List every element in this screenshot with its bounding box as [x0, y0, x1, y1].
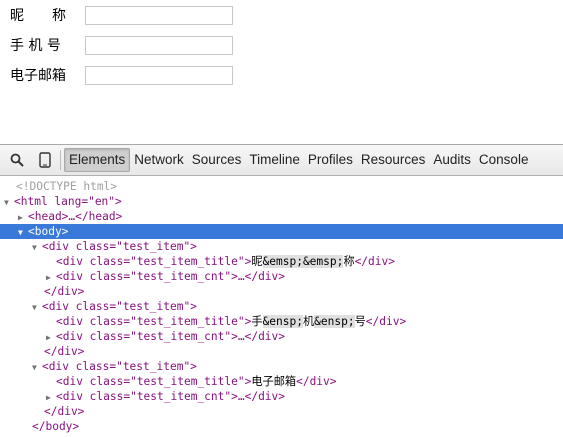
- form-row-phone: 手 机 号: [10, 35, 233, 55]
- devtools-toolbar: Elements Network Sources Timeline Profil…: [0, 145, 563, 176]
- tree-line-div-close[interactable]: </div>: [0, 284, 563, 299]
- collapsed-triangle-icon[interactable]: ▶: [46, 270, 56, 285]
- devtools-panel: Elements Network Sources Timeline Profil…: [0, 144, 563, 437]
- cnt-tag: <div class="test_item_cnt">…</div>: [56, 270, 286, 283]
- div-close-tag: </div>: [44, 405, 85, 418]
- collapsed-triangle-icon[interactable]: ▶: [46, 330, 56, 345]
- body-close-tag: </body>: [32, 420, 80, 433]
- title-open-tag: <div class="test_item_title">: [56, 315, 252, 328]
- tree-line-div-close[interactable]: </div>: [0, 404, 563, 419]
- cnt-tag: <div class="test_item_cnt">…</div>: [56, 390, 286, 403]
- tree-line-doctype[interactable]: <!DOCTYPE html>: [0, 179, 563, 194]
- tree-line-html[interactable]: ▼ <html lang="en">: [0, 194, 563, 209]
- collapsed-triangle-icon[interactable]: ▶: [18, 210, 28, 225]
- form-row-email: 电子邮箱: [10, 65, 233, 85]
- html-tag: <html lang="en">: [14, 195, 122, 208]
- title-text: 机: [302, 315, 315, 328]
- tree-line-div-item[interactable]: ▼ <div class="test_item">: [0, 359, 563, 374]
- form-row-nickname: 昵 称: [10, 5, 233, 25]
- tab-elements[interactable]: Elements: [64, 148, 131, 172]
- div-tag: <div class="test_item">: [42, 300, 197, 313]
- title-text: 手: [251, 315, 263, 328]
- tab-console[interactable]: Console: [475, 149, 533, 171]
- body-tag: <body>: [28, 225, 69, 238]
- tree-line-body-selected[interactable]: ▼ <body>: [0, 224, 563, 239]
- tree-line-div-item[interactable]: ▼ <div class="test_item">: [0, 299, 563, 314]
- rendered-page: 昵 称 手 机 号 电子邮箱: [0, 0, 563, 144]
- expanded-triangle-icon[interactable]: ▼: [32, 360, 42, 375]
- doctype-text: <!DOCTYPE html>: [16, 180, 118, 193]
- title-text: 电子邮箱: [251, 375, 297, 388]
- tree-line-head[interactable]: ▶ <head>…</head>: [0, 209, 563, 224]
- label-phone: 手 机 号: [10, 38, 61, 54]
- tree-line-title[interactable]: <div class="test_item_title">昵&emsp;&ems…: [0, 254, 563, 269]
- tree-line-cnt[interactable]: ▶ <div class="test_item_cnt">…</div>: [0, 269, 563, 284]
- label-email: 电子邮箱: [10, 68, 66, 84]
- div-tag: <div class="test_item">: [42, 360, 197, 373]
- tab-profiles[interactable]: Profiles: [304, 149, 357, 171]
- expanded-triangle-icon[interactable]: ▼: [32, 240, 42, 255]
- email-input[interactable]: [85, 65, 233, 85]
- tree-line-body-close[interactable]: </body>: [0, 419, 563, 434]
- dom-tree: <!DOCTYPE html> ▼ <html lang="en"> ▶ <head…: [0, 176, 563, 434]
- cnt-tag: <div class="test_item_cnt">…</div>: [56, 330, 286, 343]
- div-close-tag: </div>: [44, 285, 85, 298]
- phone-input[interactable]: [85, 35, 233, 55]
- tab-timeline[interactable]: Timeline: [245, 149, 304, 171]
- device-mode-icon[interactable]: [34, 149, 56, 171]
- tab-resources[interactable]: Resources: [357, 149, 430, 171]
- title-text: 称: [343, 255, 355, 268]
- search-icon[interactable]: [6, 149, 28, 171]
- nickname-input[interactable]: [85, 5, 233, 25]
- title-text: 昵: [251, 255, 263, 268]
- title-open-tag: <div class="test_item_title">: [56, 255, 252, 268]
- tab-audits[interactable]: Audits: [429, 149, 475, 171]
- entity-text: &ensp;: [314, 315, 355, 328]
- title-open-tag: <div class="test_item_title">: [56, 375, 252, 388]
- expanded-triangle-icon[interactable]: ▼: [32, 300, 42, 315]
- head-tag: <head>…</head>: [28, 210, 123, 223]
- toolbar-separator: [60, 150, 61, 170]
- collapsed-triangle-icon[interactable]: ▶: [46, 390, 56, 405]
- div-tag: <div class="test_item">: [42, 240, 197, 253]
- tree-line-div-item[interactable]: ▼ <div class="test_item">: [0, 239, 563, 254]
- title-text: 号: [354, 315, 366, 328]
- title-close-tag: </div>: [365, 315, 407, 328]
- entity-text: &emsp;&emsp;: [262, 255, 344, 268]
- tree-line-div-close[interactable]: </div>: [0, 344, 563, 359]
- title-close-tag: </div>: [354, 255, 395, 268]
- expanded-triangle-icon[interactable]: ▼: [18, 225, 28, 240]
- tab-sources[interactable]: Sources: [188, 149, 246, 171]
- tree-line-cnt[interactable]: ▶ <div class="test_item_cnt">…</div>: [0, 389, 563, 404]
- tree-line-cnt[interactable]: ▶ <div class="test_item_cnt">…</div>: [0, 329, 563, 344]
- div-close-tag: </div>: [44, 345, 85, 358]
- expanded-triangle-icon[interactable]: ▼: [4, 195, 14, 210]
- entity-text: &ensp;: [262, 315, 303, 328]
- label-nickname: 昵 称: [10, 8, 66, 24]
- tab-network[interactable]: Network: [130, 149, 188, 171]
- tree-line-title[interactable]: <div class="test_item_title">手&ensp;机&en…: [0, 314, 563, 329]
- tree-line-title[interactable]: <div class="test_item_title">电子邮箱</div>: [0, 374, 563, 389]
- title-close-tag: </div>: [296, 375, 337, 388]
